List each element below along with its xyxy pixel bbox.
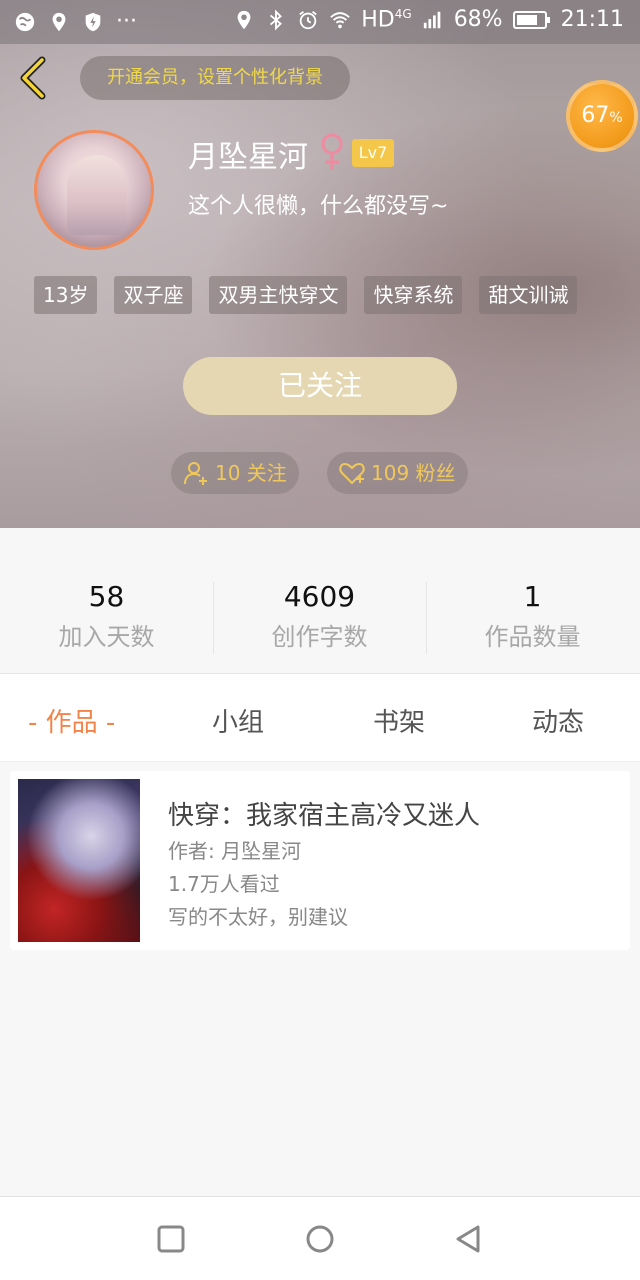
work-list-item[interactable]: 快穿：我家宿主高冷又迷人 作者: 月坠星河 1.7万人看过 写的不太好，别建议	[10, 771, 630, 950]
work-title: 快穿：我家宿主高冷又迷人	[168, 801, 481, 831]
wifi-icon	[330, 11, 351, 28]
heart-icon	[339, 462, 365, 485]
following-count: 10 关注	[215, 461, 287, 485]
work-author: 作者: 月坠星河	[168, 839, 302, 863]
back-icon[interactable]	[452, 1223, 484, 1255]
tag: 快穿系统	[364, 276, 463, 314]
globe-icon	[15, 12, 35, 31]
battery-icon	[512, 10, 550, 29]
tab-bar: - 作品 - 小组 书架 动态	[0, 674, 640, 762]
tag: 13岁	[34, 276, 98, 314]
system-nav-bar	[0, 1196, 640, 1280]
progress-badge[interactable]: 67%	[566, 80, 638, 152]
fans-count: 109 粉丝	[371, 461, 456, 485]
tab-works[interactable]: - 作品 -	[28, 702, 115, 739]
tag: 甜文训诫	[479, 276, 578, 314]
female-gender-icon	[321, 133, 343, 170]
stat-join-days: 58 加入天数	[0, 580, 213, 652]
work-views: 1.7万人看过	[168, 872, 280, 896]
signal-icon	[423, 11, 441, 28]
work-description: 写的不太好，别建议	[168, 905, 348, 929]
alarm-icon	[299, 10, 318, 29]
following-button[interactable]: 10 关注	[171, 452, 299, 494]
username: 月坠星河	[188, 140, 308, 175]
location-icon	[52, 12, 66, 31]
add-user-icon	[184, 462, 207, 485]
stat-value: 58	[88, 580, 125, 613]
tab-groups[interactable]: 小组	[212, 702, 264, 739]
stats-row: 58 加入天数 4609 创作字数 1 作品数量	[0, 528, 640, 674]
status-bar: ··· HD4G 68% 21:11	[0, 0, 640, 44]
avatar[interactable]	[34, 130, 154, 250]
stat-label: 加入天数	[58, 623, 155, 651]
network-type: HD4G	[361, 7, 412, 33]
level-badge: Lv7	[352, 139, 394, 167]
follow-button[interactable]: 已关注	[183, 357, 457, 415]
stat-word-count: 4609 创作字数	[213, 580, 426, 652]
tag: 双子座	[114, 276, 193, 314]
clock: 21:11	[560, 7, 624, 33]
tab-activity[interactable]: 动态	[532, 702, 584, 739]
home-icon[interactable]	[304, 1223, 336, 1255]
stat-label: 作品数量	[484, 623, 581, 651]
stat-value: 1	[523, 580, 542, 613]
vip-background-banner[interactable]: 开通会员，设置个性化背景	[80, 56, 350, 100]
recent-apps-icon[interactable]	[155, 1223, 187, 1255]
tab-bookshelf[interactable]: 书架	[373, 702, 425, 739]
tag-list: 13岁 双子座 双男主快穿文 快穿系统 甜文训诫	[34, 276, 578, 314]
bio: 这个人很懒，什么都没写~	[188, 194, 449, 219]
back-arrow-icon[interactable]	[16, 56, 52, 100]
tag: 双男主快穿文	[209, 276, 348, 314]
more-icon: ···	[116, 9, 137, 34]
shield-icon	[85, 12, 101, 31]
battery-percent: 68%	[453, 7, 503, 33]
stat-work-count: 1 作品数量	[426, 580, 639, 652]
location-icon	[237, 10, 251, 29]
stat-value: 4609	[283, 580, 356, 613]
bluetooth-icon	[270, 9, 283, 31]
stat-label: 创作字数	[271, 623, 368, 651]
fans-button[interactable]: 109 粉丝	[327, 452, 468, 494]
book-cover[interactable]	[18, 779, 140, 942]
